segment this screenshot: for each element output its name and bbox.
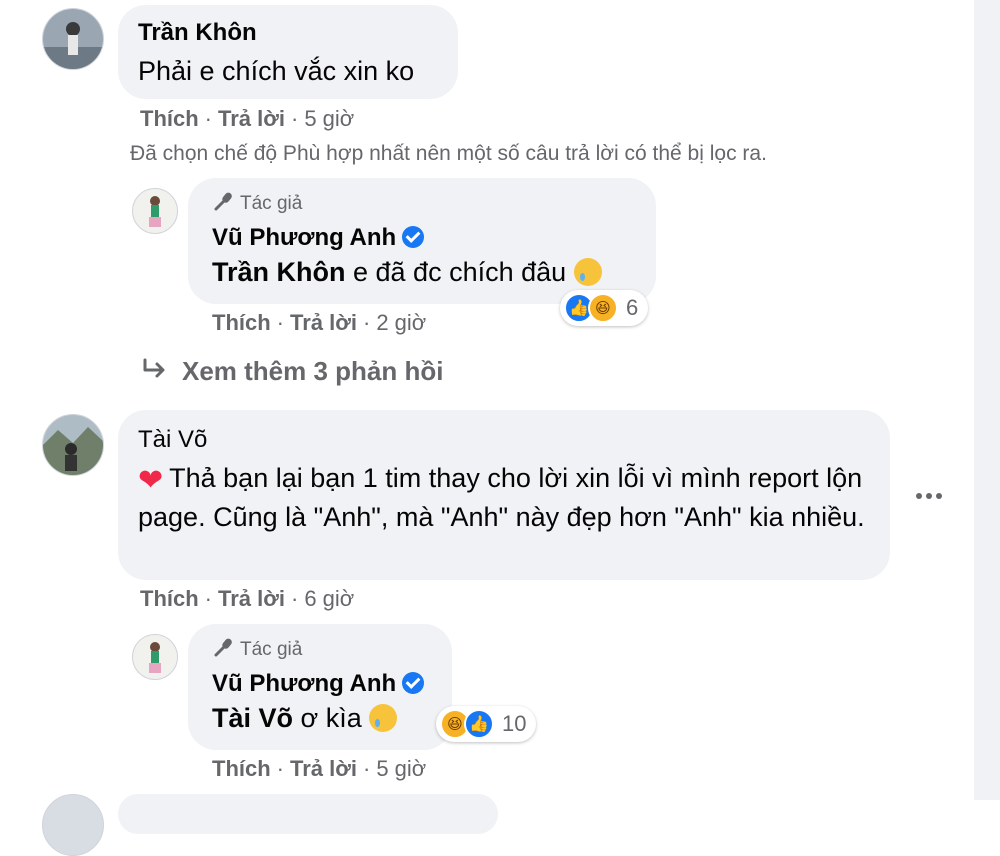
timestamp[interactable]: 6 giờ (304, 586, 354, 611)
avatar[interactable] (42, 414, 104, 476)
author-tag-label: Tác giả (240, 639, 303, 660)
reaction-count: 10 (502, 711, 527, 736)
comment-bubble: Trần Khôn Phải e chích vắc xin ko (118, 5, 458, 99)
like-button[interactable]: Thích (212, 310, 271, 335)
scrollbar[interactable] (974, 0, 1000, 800)
like-button[interactable]: Thích (140, 586, 199, 611)
heart-emoji-icon: ❤ (138, 464, 164, 497)
author-tag: Tác giả (212, 190, 632, 218)
timestamp[interactable]: 5 giờ (376, 756, 426, 781)
reply-text-content: ơ kìa (293, 703, 362, 733)
avatar[interactable] (42, 8, 104, 70)
separator: · (276, 310, 284, 335)
separator: · (363, 756, 371, 781)
microphone-icon (212, 190, 234, 218)
reply-text: Tài Võ ơ kìa (212, 700, 428, 736)
view-more-replies-button[interactable]: Xem thêm 3 phản hồi (142, 356, 444, 387)
reaction-summary[interactable]: 👍 😆 6 (560, 290, 649, 326)
reply-text: Trần Khôn e đã đc chích đâu (212, 254, 632, 290)
timestamp[interactable]: 5 giờ (304, 106, 354, 131)
like-reaction-icon: 👍 (464, 709, 494, 739)
comment-text: Phải e chích vắc xin ko (138, 56, 415, 86)
comment-text: Thả bạn lại bạn 1 tim thay cho lời xin l… (138, 463, 865, 532)
microphone-icon (212, 636, 234, 664)
avatar[interactable] (132, 634, 178, 680)
comment-bubble: Tài Võ ❤ Thả bạn lại bạn 1 tim thay cho l… (118, 410, 890, 580)
avatar[interactable] (132, 188, 178, 234)
like-button[interactable]: Thích (212, 756, 271, 781)
timestamp[interactable]: 2 giờ (376, 310, 426, 335)
reply-actions: Thích · Trả lời · 5 giờ (212, 756, 426, 782)
like-button[interactable]: Thích (140, 106, 199, 131)
avatar[interactable] (42, 794, 104, 856)
separator: · (291, 106, 299, 131)
reply-bubble: Tác giả Vũ Phương Anh Trần Khôn e đã đc … (188, 178, 656, 304)
author-tag-label: Tác giả (240, 193, 303, 214)
separator: · (276, 756, 284, 781)
mention-link[interactable]: Tài Võ (212, 703, 293, 733)
smiling-tear-emoji-icon (573, 258, 602, 286)
separator: · (204, 106, 212, 131)
reply-actions: Thích · Trả lời · 2 giờ (212, 310, 426, 336)
separator: · (291, 586, 299, 611)
author-tag: Tác giả (212, 636, 428, 664)
comment-author[interactable]: Trần Khôn (138, 19, 438, 47)
reaction-summary[interactable]: 😆 👍 10 (436, 706, 537, 742)
separator: · (363, 310, 371, 335)
reaction-count: 6 (626, 295, 639, 320)
comment-bubble (118, 794, 498, 834)
comment-author[interactable]: Tài Võ (138, 426, 870, 454)
reply-author[interactable]: Vũ Phương Anh (212, 670, 396, 697)
reply-text-content: e đã đc chích đâu (345, 257, 567, 287)
more-options-icon[interactable] (916, 493, 942, 499)
verified-badge-icon (402, 672, 425, 694)
comment-text-wrap: ❤ Thả bạn lại bạn 1 tim thay cho lời xin … (138, 460, 870, 535)
reply-button[interactable]: Trả lời (218, 106, 285, 131)
verified-badge-icon (402, 226, 425, 248)
comment-actions: Thích · Trả lời · 5 giờ (140, 106, 354, 132)
separator: · (204, 586, 212, 611)
reply-bubble: Tác giả Vũ Phương Anh Tài Võ ơ kìa (188, 624, 452, 750)
mention-link[interactable]: Trần Khôn (212, 257, 346, 287)
reply-button[interactable]: Trả lời (218, 586, 285, 611)
smiling-tear-emoji-icon (369, 704, 398, 732)
filter-notice: Đã chọn chế độ Phù hợp nhất nên một số c… (130, 142, 767, 165)
reply-author[interactable]: Vũ Phương Anh (212, 224, 396, 251)
reply-button[interactable]: Trả lời (290, 310, 357, 335)
reply-arrow-icon (142, 356, 168, 387)
haha-reaction-icon: 😆 (588, 293, 618, 323)
comment-actions: Thích · Trả lời · 6 giờ (140, 586, 354, 612)
reply-button[interactable]: Trả lời (290, 756, 357, 781)
view-more-replies-label: Xem thêm 3 phản hồi (182, 356, 444, 386)
